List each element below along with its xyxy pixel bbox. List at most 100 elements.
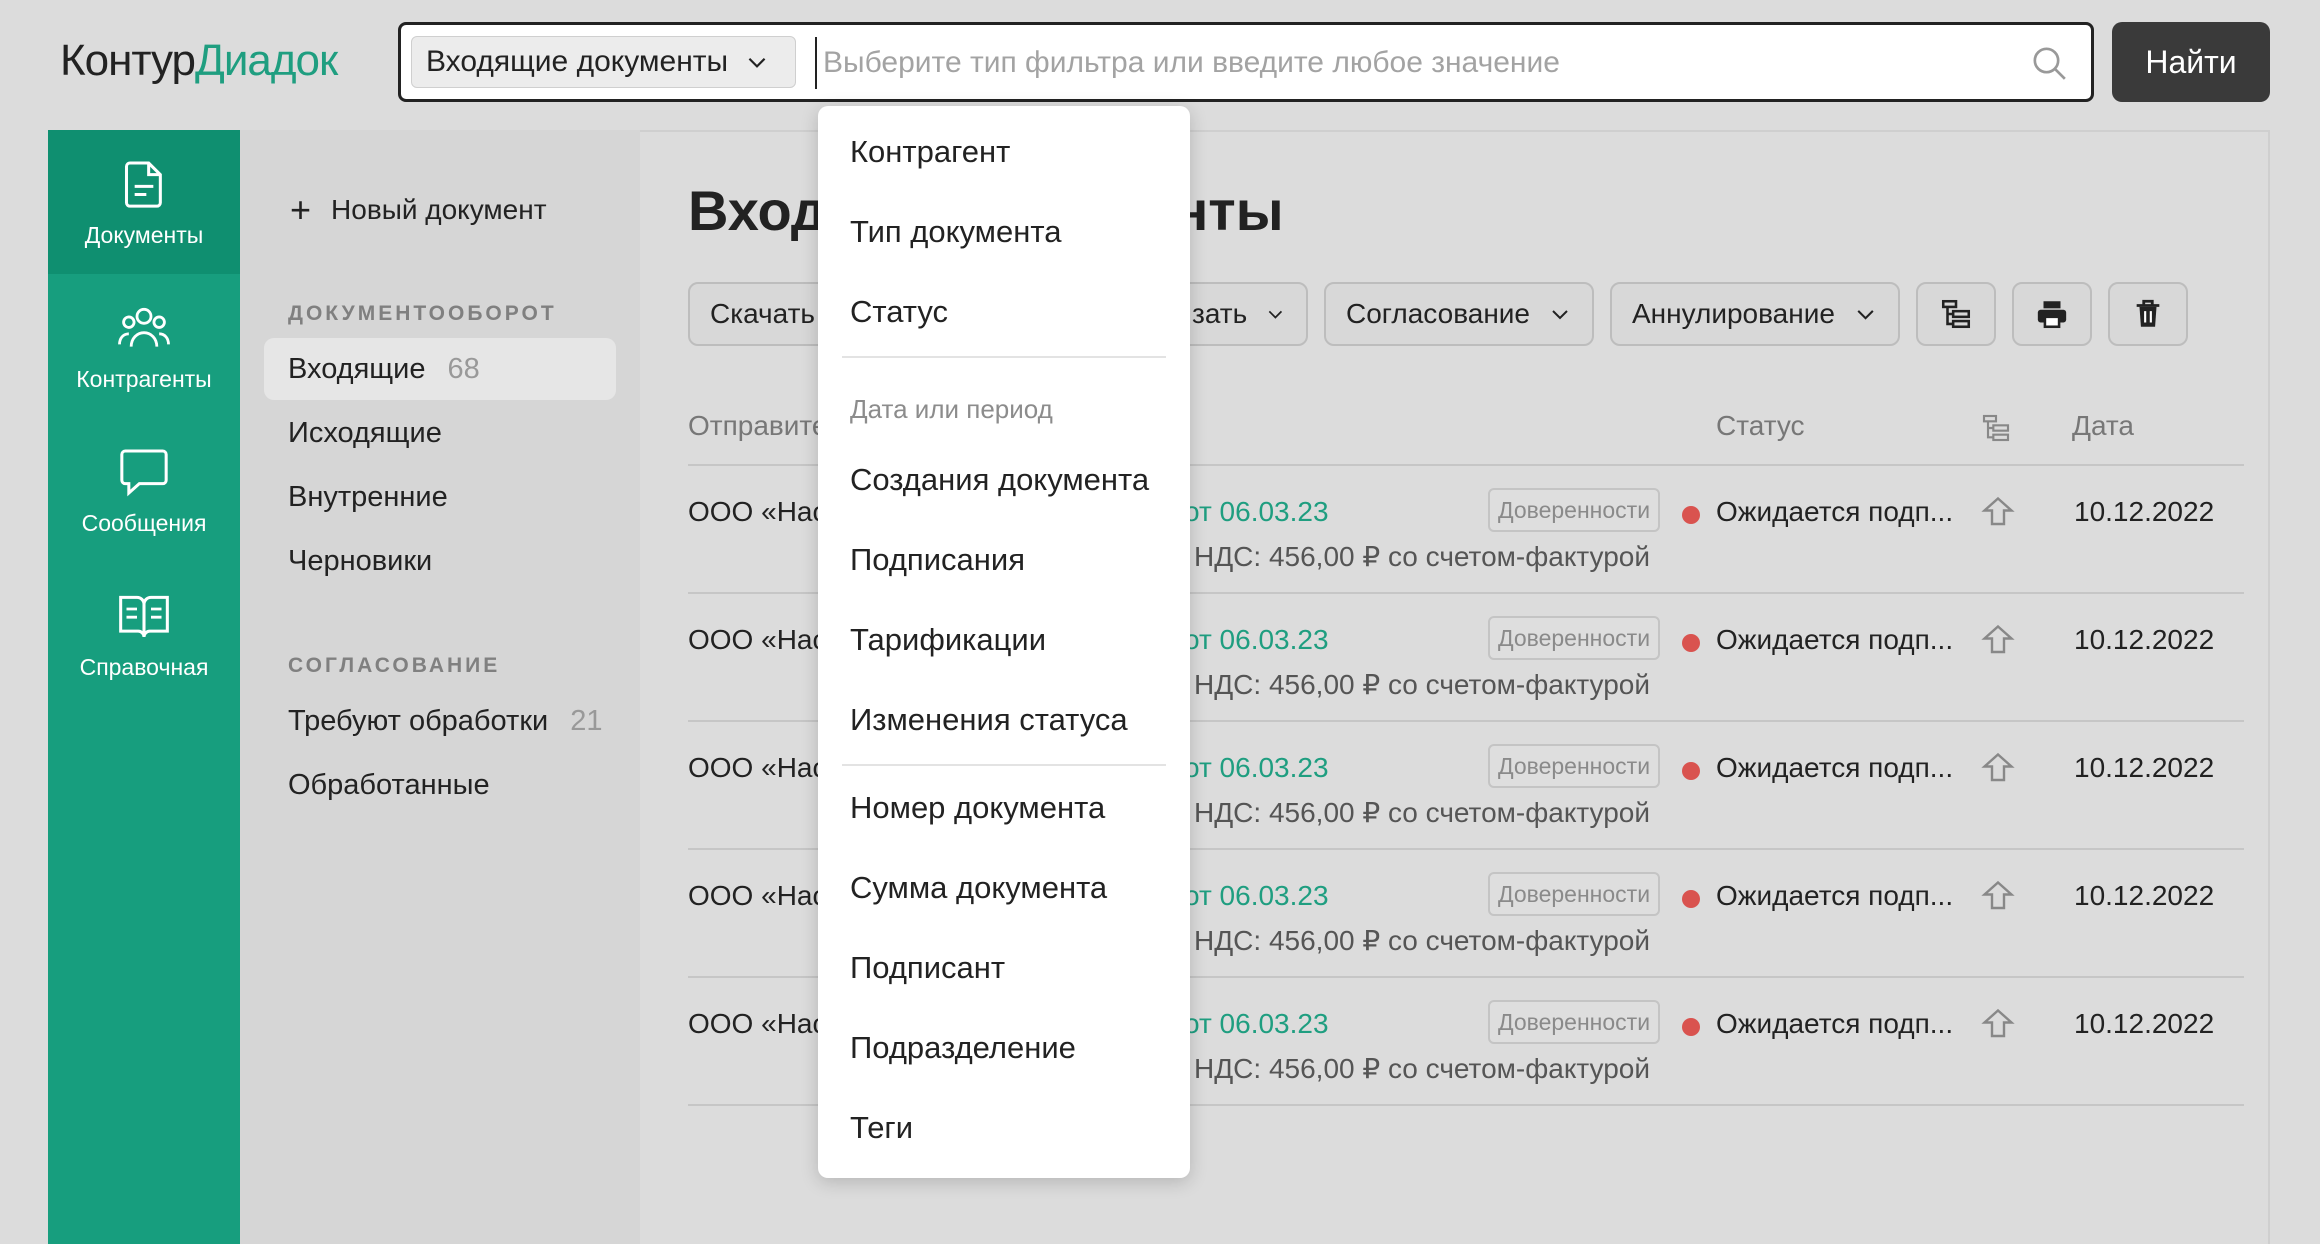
row-doc-desc: НДС: 456,00 ₽ со счетом-фактурой [1194,925,1650,956]
trash-icon [2136,299,2160,327]
chat-icon [120,448,168,496]
sidebar-item-outgoing[interactable]: Исходящие [264,402,616,464]
row-sender: ООО «Нас [688,1008,827,1039]
route-arrow-icon[interactable] [1980,750,2016,786]
main-nav-rail: Документы Контрагенты Сообщения Справочн… [48,130,240,1244]
route-tree-icon [1941,299,1971,329]
filter-option-signer[interactable]: Подписант [850,950,1005,986]
sidebar-item-label: Входящие [288,352,426,385]
rail-item-documents[interactable]: Документы [48,130,240,274]
row-status: Ожидается подп... [1716,624,1954,655]
row-tag-badge[interactable]: Доверенности [1488,616,1661,660]
filter-option-doc-type[interactable]: Тип документа [850,214,1061,250]
route-arrow-icon[interactable] [1980,1006,2016,1042]
chevron-down-icon [1552,310,1568,320]
search-bar: Входящие документы [398,22,2094,102]
row-doc-desc: НДС: 456,00 ₽ со счетом-фактурой [1194,669,1650,700]
doc-type-select[interactable]: Входящие документы [411,36,796,88]
filter-option-doc-number[interactable]: Номер документа [850,790,1105,826]
route-column-icon [1982,414,2010,442]
filter-group-date: Дата или период [850,394,1053,424]
print-button[interactable] [2012,282,2092,346]
row-date: 10.12.2022 [2074,1008,2215,1039]
people-icon [118,307,170,347]
logo-text-kontur: Контур [60,36,196,85]
rail-label: Сообщения [81,509,207,536]
sidebar-item-label: Внутренние [288,480,448,513]
sidebar-item-need-processing[interactable]: Требуют обработки 21 [264,690,616,752]
row-status: Ожидается подп... [1716,880,1954,911]
logo[interactable]: КонтурДиадок [60,36,338,86]
row-tag-badge[interactable]: Доверенности [1488,488,1661,532]
row-sender: ООО «Нас [688,880,827,911]
row-date: 10.12.2022 [2074,624,2215,655]
find-button[interactable]: Найти [2112,22,2270,102]
search-input[interactable] [815,37,2025,89]
filter-option-status-changed[interactable]: Изменения статуса [850,702,1128,738]
row-date: 10.12.2022 [2074,752,2215,783]
row-tag-badge[interactable]: Доверенности [1488,744,1661,788]
page-title-left: Вход [688,179,827,242]
filter-option-contractor[interactable]: Контрагент [850,134,1010,170]
column-header-sender[interactable]: Отправите [688,410,828,442]
doc-type-value: Входящие документы [426,45,729,78]
route-button[interactable] [1916,282,1996,346]
row-doc-desc: НДС: 456,00 ₽ со счетом-фактурой [1194,1053,1650,1084]
sidebar-item-count: 68 [447,352,480,385]
new-document-button[interactable]: + Новый документ [290,192,547,228]
chevron-down-icon [748,57,766,68]
document-icon [124,160,162,208]
row-doc-date[interactable]: от 06.03.23 [1184,496,1329,528]
rail-item-help[interactable]: Справочная [48,562,240,706]
rail-item-contractors[interactable]: Контрагенты [48,274,240,418]
route-arrow-icon[interactable] [1980,494,2016,530]
sidebar-item-incoming[interactable]: Входящие 68 [264,338,616,400]
filter-option-tariffed[interactable]: Тарификации [850,622,1046,658]
row-doc-date[interactable]: от 06.03.23 [1184,624,1329,656]
rail-item-messages[interactable]: Сообщения [48,418,240,562]
filter-option-doc-sum[interactable]: Сумма документа [850,870,1107,906]
section-heading-docflow: ДОКУМЕНТООБОРОТ [288,302,557,325]
chevron-down-icon [1268,310,1283,319]
row-doc-date[interactable]: от 06.03.23 [1184,880,1329,912]
route-arrow-icon[interactable] [1980,878,2016,914]
sign-label: зать [1192,298,1248,329]
row-sender: ООО «Нас [688,752,827,783]
filter-option-status[interactable]: Статус [850,294,948,330]
row-doc-date[interactable]: от 06.03.23 [1184,1008,1329,1040]
printer-icon [2037,301,2067,329]
status-dot [1682,890,1700,908]
row-doc-desc: НДС: 456,00 ₽ со счетом-фактурой [1194,797,1650,828]
approval-dropdown-button[interactable]: Согласование [1324,282,1594,346]
sidebar-item-label: Обработанные [288,768,490,801]
route-arrow-icon[interactable] [1980,622,2016,658]
filter-option-created[interactable]: Создания документа [850,462,1149,498]
sidebar-item-label: Исходящие [288,416,442,449]
filter-option-signed[interactable]: Подписания [850,542,1025,578]
sidebar-item-drafts[interactable]: Черновики [264,530,616,592]
column-header-date[interactable]: Дата [2072,410,2134,442]
sidebar-item-internal[interactable]: Внутренние [264,466,616,528]
search-icon[interactable] [2029,43,2069,83]
filter-option-tags[interactable]: Теги [850,1110,913,1146]
row-tag-badge[interactable]: Доверенности [1488,872,1661,916]
column-header-status[interactable]: Статус [1716,410,1805,442]
chevron-down-icon [1857,310,1874,320]
sidebar-item-processed[interactable]: Обработанные [264,754,616,816]
status-dot [1682,762,1700,780]
plus-icon: + [290,189,312,230]
filter-option-department[interactable]: Подразделение [850,1030,1076,1066]
row-doc-desc: НДС: 456,00 ₽ со счетом-фактурой [1194,541,1650,572]
sidebar-item-count: 21 [570,704,603,737]
row-tag-badge[interactable]: Доверенности [1488,1000,1661,1044]
annul-dropdown-button[interactable]: Аннулирование [1610,282,1900,346]
row-status: Ожидается подп... [1716,1008,1954,1039]
status-dot [1682,506,1700,524]
row-doc-date[interactable]: от 06.03.23 [1184,752,1329,784]
delete-button[interactable] [2108,282,2188,346]
section-heading-approval: СОГЛАСОВАНИЕ [288,654,501,677]
status-dot [1682,634,1700,652]
dropdown-divider [842,356,1166,358]
download-button[interactable]: Скачать [688,282,828,346]
sidebar-item-label: Черновики [288,544,433,577]
